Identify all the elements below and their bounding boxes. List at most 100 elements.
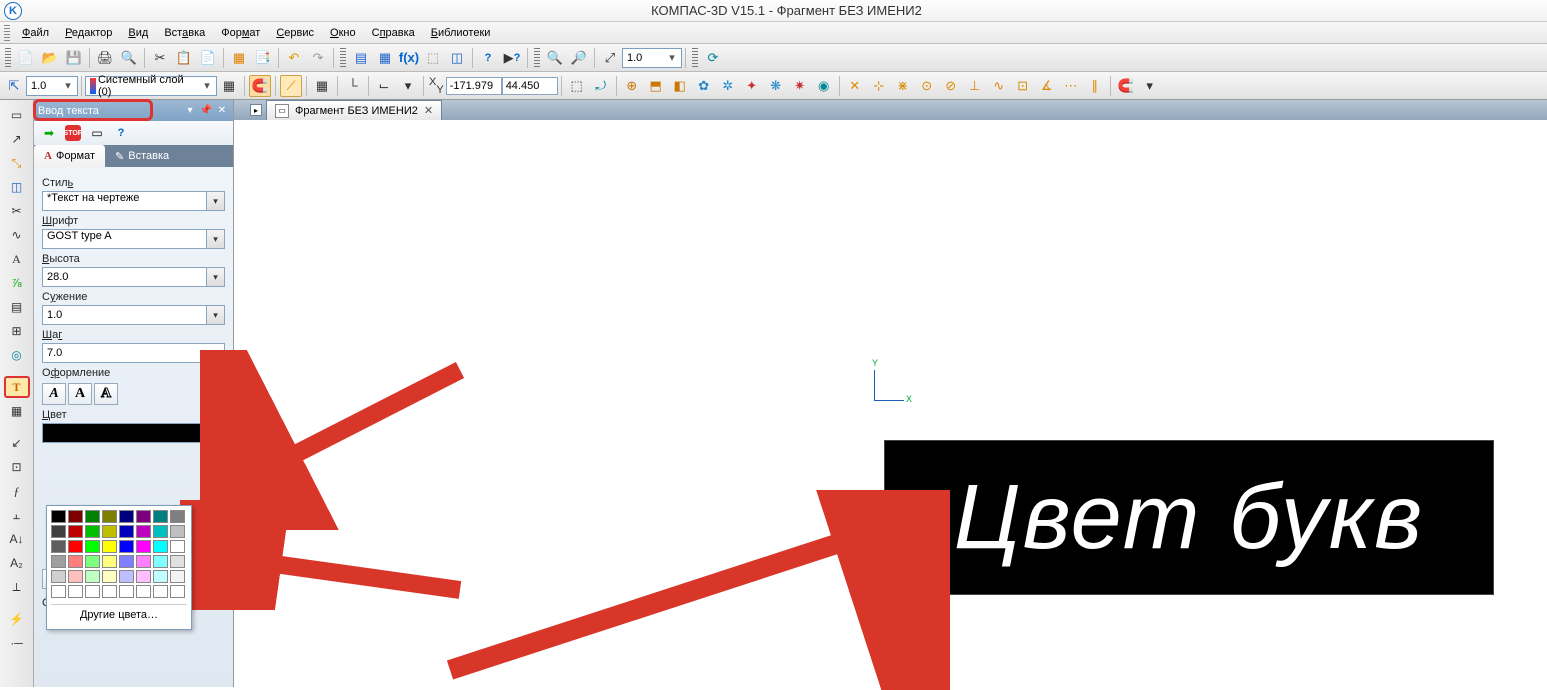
- color-swatch[interactable]: [170, 525, 185, 538]
- props-button[interactable]: ▦: [228, 47, 250, 69]
- document-tab[interactable]: ▭ Фрагмент БЕЗ ИМЕНИ2 ✕: [266, 100, 442, 120]
- grip[interactable]: [534, 48, 540, 68]
- color-swatch[interactable]: [136, 525, 151, 538]
- dropdown-button[interactable]: ▾: [207, 267, 225, 287]
- outline-button[interactable]: A: [94, 383, 118, 405]
- color-swatch[interactable]: [153, 585, 168, 598]
- color-swatch[interactable]: [153, 555, 168, 568]
- color-swatch[interactable]: [119, 585, 134, 598]
- refresh-button[interactable]: ⟳: [702, 47, 724, 69]
- help-inline-button[interactable]: ?: [110, 123, 132, 143]
- panel-titlebar[interactable]: Ввод текста ▾ 📌 ✕: [34, 100, 233, 121]
- snap-toggle-button[interactable]: 🧲: [249, 75, 271, 97]
- tb-icon[interactable]: ▤: [350, 47, 372, 69]
- snap-perp-button[interactable]: ⊥: [964, 75, 986, 97]
- text-tool-button[interactable]: T: [4, 376, 30, 398]
- textstep-input[interactable]: [42, 343, 225, 363]
- left-tool[interactable]: ↙: [4, 432, 30, 454]
- menu-libs[interactable]: Библиотеки: [423, 24, 499, 42]
- tb-icon[interactable]: ▦: [374, 47, 396, 69]
- left-tool[interactable]: A: [4, 248, 30, 270]
- menu-file[interactable]: Файл: [14, 24, 57, 42]
- snap-cen-button[interactable]: ⊙: [916, 75, 938, 97]
- drawing-canvas[interactable]: X Y Цвет букв: [234, 120, 1547, 687]
- panel-close-button[interactable]: ✕: [215, 104, 229, 118]
- left-tool[interactable]: ⚡: [4, 608, 30, 630]
- context-help-button[interactable]: ▶?: [501, 47, 523, 69]
- color-swatch[interactable]: [85, 525, 100, 538]
- color-swatch[interactable]: [68, 525, 83, 538]
- tb-icon[interactable]: ⤾: [590, 75, 612, 97]
- step-combo[interactable]: 1.0▾: [26, 76, 78, 96]
- tb-icon[interactable]: ⬚: [566, 75, 588, 97]
- menu-format[interactable]: Формат: [213, 24, 268, 42]
- scale-combo[interactable]: 1.0 ▾: [622, 48, 682, 68]
- color-swatch[interactable]: [102, 510, 117, 523]
- dropdown-button[interactable]: ▾: [207, 191, 225, 211]
- color-swatch[interactable]: [68, 555, 83, 568]
- color-swatch[interactable]: [170, 570, 185, 583]
- zoom-window-button[interactable]: 🔍: [544, 47, 566, 69]
- color-swatch[interactable]: [136, 570, 151, 583]
- more-colors-button[interactable]: Другие цвета…: [51, 604, 187, 625]
- color-swatch[interactable]: [51, 585, 66, 598]
- color-swatch[interactable]: [170, 555, 185, 568]
- left-tool[interactable]: ·─: [4, 632, 30, 654]
- grip[interactable]: [340, 48, 346, 68]
- menu-window[interactable]: Окно: [322, 24, 364, 42]
- dropdown-button[interactable]: ▾: [207, 229, 225, 249]
- left-tool[interactable]: ⅞: [4, 272, 30, 294]
- redo-button[interactable]: ↷: [307, 47, 329, 69]
- left-tool[interactable]: ◫: [4, 176, 30, 198]
- color-swatch[interactable]: [51, 525, 66, 538]
- bold-button[interactable]: A: [68, 383, 92, 405]
- left-tool[interactable]: ▭: [4, 104, 30, 126]
- snap-tan-button[interactable]: ⊘: [940, 75, 962, 97]
- color-swatch[interactable]: [153, 510, 168, 523]
- open-button[interactable]: 📂: [39, 47, 61, 69]
- color-swatch[interactable]: [85, 540, 100, 553]
- color-swatch[interactable]: [51, 540, 66, 553]
- color-swatch[interactable]: [153, 570, 168, 583]
- tb-icon[interactable]: ✲: [717, 75, 739, 97]
- save-button[interactable]: 💾: [63, 47, 85, 69]
- magnet-button[interactable]: 🧲: [1115, 75, 1137, 97]
- color-swatch[interactable]: [119, 525, 134, 538]
- dropdown-button[interactable]: ▾: [207, 305, 225, 325]
- color-swatch[interactable]: [102, 525, 117, 538]
- snap-grid-button[interactable]: ⊡: [1012, 75, 1034, 97]
- left-tool[interactable]: ▦: [4, 400, 30, 422]
- local-cs-button[interactable]: ⌙: [373, 75, 395, 97]
- snap-par-button[interactable]: ∥: [1084, 75, 1106, 97]
- menu-service[interactable]: Сервис: [268, 24, 322, 42]
- color-swatch[interactable]: [136, 540, 151, 553]
- tb-icon[interactable]: ◧: [669, 75, 691, 97]
- tb-icon[interactable]: ✷: [789, 75, 811, 97]
- color-swatch[interactable]: [51, 510, 66, 523]
- menu-help[interactable]: Справка: [364, 24, 423, 42]
- tb-icon[interactable]: ⬚: [422, 47, 444, 69]
- layer-mgr-button[interactable]: ▦: [218, 75, 240, 97]
- snap-ext-button[interactable]: ⋯: [1060, 75, 1082, 97]
- stop-button[interactable]: STOP: [62, 123, 84, 143]
- left-tool[interactable]: A↓: [4, 528, 30, 550]
- color-swatch[interactable]: [136, 585, 151, 598]
- panel-menu-button[interactable]: ▾: [183, 104, 197, 118]
- color-swatch[interactable]: [153, 540, 168, 553]
- left-tool[interactable]: ⊞: [4, 320, 30, 342]
- color-swatch[interactable]: [119, 510, 134, 523]
- color-swatch[interactable]: [136, 510, 151, 523]
- color-swatch[interactable]: [85, 510, 100, 523]
- grip[interactable]: [5, 48, 11, 68]
- left-tool[interactable]: A₂: [4, 552, 30, 574]
- cut-button[interactable]: ✂: [149, 47, 171, 69]
- print-button[interactable]: 🖨: [94, 47, 116, 69]
- vars-button[interactable]: ◫: [446, 47, 468, 69]
- color-swatch[interactable]: [153, 525, 168, 538]
- zoom-dyn-button[interactable]: 🔎: [568, 47, 590, 69]
- grip[interactable]: [692, 48, 698, 68]
- menu-view[interactable]: Вид: [120, 24, 156, 42]
- x-coord[interactable]: -171.979: [446, 77, 502, 95]
- left-tool[interactable]: ⟂: [4, 576, 30, 598]
- tb-icon[interactable]: ✿: [693, 75, 715, 97]
